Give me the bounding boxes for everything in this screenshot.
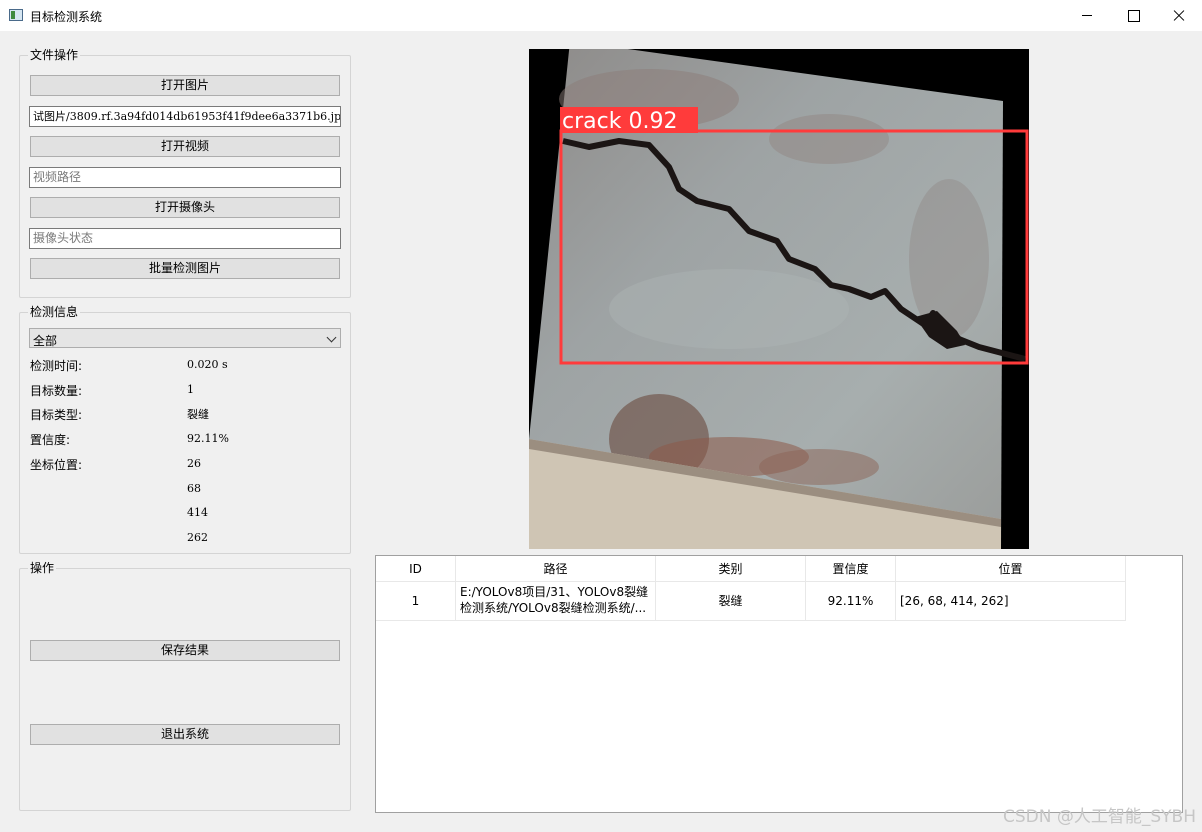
- detection-preview: crack 0.92: [529, 49, 1029, 549]
- table-row-category-cell[interactable]: 裂缝: [656, 582, 806, 621]
- target-filter-select[interactable]: 全部: [29, 328, 341, 348]
- save-results-button[interactable]: 保存结果: [30, 640, 340, 661]
- position-x1-value: 26: [187, 457, 201, 470]
- target-type-label: 目标类型:: [30, 408, 83, 422]
- filter-value: 全部: [33, 334, 58, 348]
- image-path-field[interactable]: 试图片/3809.rf.3a94fd014db61953f41f9dee6a33…: [29, 106, 341, 127]
- window-title: 目标检测系统: [30, 10, 103, 24]
- table-row-confidence-cell[interactable]: 92.11%: [806, 582, 896, 621]
- minimize-icon[interactable]: [1064, 0, 1110, 31]
- table-row-location-cell[interactable]: [26, 68, 414, 262]: [896, 582, 1126, 621]
- row-path: E:/YOLOv8项目/31、YOLOv8裂缝检测系统/YOLOv8裂缝检测系统…: [460, 585, 649, 615]
- row-location: [26, 68, 414, 262]: [900, 594, 1009, 608]
- ops-title: 操作: [28, 561, 57, 575]
- row-confidence: 92.11%: [827, 594, 874, 608]
- results-table[interactable]: ID 路径 类别 置信度 位置 1 E:/YOLOv8项目/31、YOLOv8裂…: [375, 555, 1183, 813]
- col-header-category[interactable]: 类别: [656, 556, 806, 582]
- detect-time-value: 0.020 s: [187, 358, 228, 371]
- detect-info-title: 检测信息: [28, 305, 81, 319]
- position-label: 坐标位置:: [30, 458, 83, 472]
- position-y1-value: 68: [187, 482, 201, 495]
- open-video-button[interactable]: 打开视频: [30, 136, 340, 157]
- confidence-label: 置信度:: [30, 433, 71, 447]
- title-bar: 目标检测系统: [0, 0, 1202, 31]
- col-header-path[interactable]: 路径: [456, 556, 656, 582]
- batch-detect-button[interactable]: 批量检测图片: [30, 258, 340, 279]
- row-category: 裂缝: [718, 594, 743, 608]
- col-header-id[interactable]: ID: [376, 556, 456, 582]
- chevron-down-icon: [326, 332, 337, 343]
- confidence-value: 92.11%: [187, 432, 229, 445]
- open-image-button[interactable]: 打开图片: [30, 75, 340, 96]
- target-type-value: 裂缝: [187, 408, 209, 421]
- position-y2-value: 262: [187, 531, 208, 544]
- position-x2-value: 414: [187, 506, 208, 519]
- app-icon: [9, 9, 23, 21]
- table-row-id-cell[interactable]: 1: [376, 582, 456, 621]
- video-path-field[interactable]: 视频路径: [29, 167, 341, 188]
- detect-time-label: 检测时间:: [30, 359, 83, 373]
- col-header-location[interactable]: 位置: [896, 556, 1126, 582]
- table-row-path-cell[interactable]: E:/YOLOv8项目/31、YOLOv8裂缝检测系统/YOLOv8裂缝检测系统…: [456, 582, 656, 621]
- close-icon[interactable]: [1156, 0, 1202, 31]
- maximize-icon[interactable]: [1110, 0, 1156, 31]
- exit-system-button[interactable]: 退出系统: [30, 724, 340, 745]
- row-id: 1: [411, 594, 420, 608]
- target-count-label: 目标数量:: [30, 384, 83, 398]
- col-header-confidence[interactable]: 置信度: [806, 556, 896, 582]
- open-camera-button[interactable]: 打开摄像头: [30, 197, 340, 218]
- watermark: CSDN @人工智能_SYBH: [1003, 807, 1196, 827]
- target-count-value: 1: [187, 383, 194, 396]
- camera-status-field[interactable]: 摄像头状态: [29, 228, 341, 249]
- file-ops-title: 文件操作: [28, 48, 81, 62]
- crack-image: crack 0.92: [529, 49, 1029, 549]
- box-label: crack 0.92: [562, 109, 677, 134]
- ops-group: [19, 568, 351, 811]
